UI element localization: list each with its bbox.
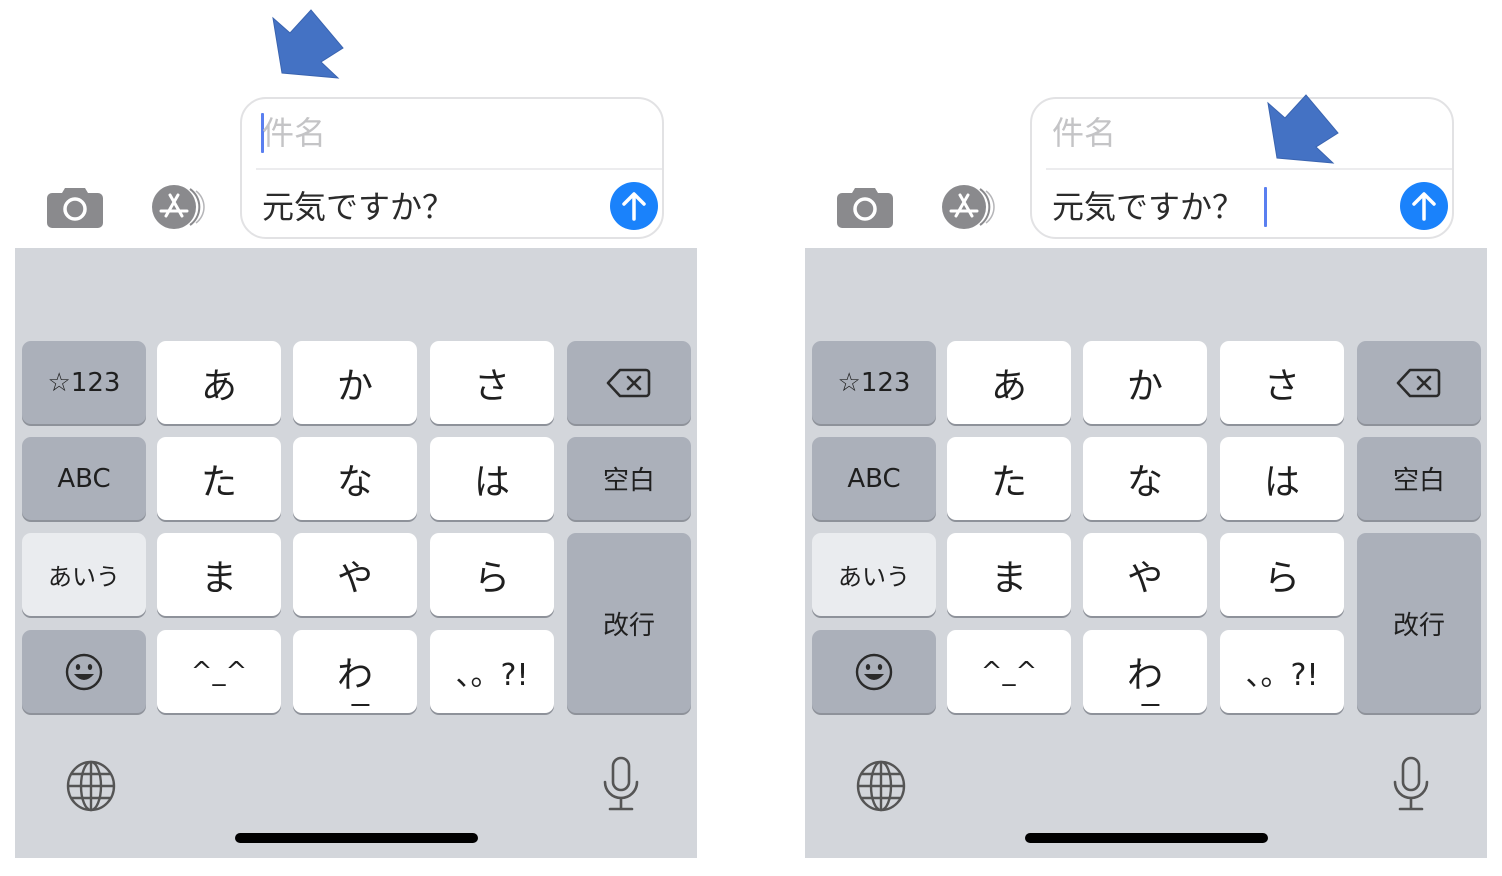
key-delete[interactable] xyxy=(567,341,691,424)
key-ha[interactable]: は xyxy=(1220,437,1344,520)
globe-icon[interactable] xyxy=(855,760,907,812)
camera-icon[interactable] xyxy=(837,184,893,228)
annotation-arrow-icon xyxy=(272,9,344,79)
key-kana[interactable]: あいう xyxy=(812,533,936,616)
key-sa[interactable]: さ xyxy=(1220,341,1344,424)
delete-icon xyxy=(1396,368,1441,397)
key-na[interactable]: な xyxy=(1083,437,1207,520)
key-ma[interactable]: ま xyxy=(157,533,281,616)
key-wa[interactable]: わ xyxy=(293,630,417,713)
key-ra[interactable]: ら xyxy=(1220,533,1344,616)
key-ka[interactable]: か xyxy=(293,341,417,424)
key-ya[interactable]: や xyxy=(293,533,417,616)
camera-icon[interactable] xyxy=(47,184,103,228)
key-a[interactable]: あ xyxy=(947,341,1071,424)
app-store-icon[interactable] xyxy=(932,183,1000,231)
send-button[interactable] xyxy=(1400,182,1448,230)
key-return[interactable]: 改行 xyxy=(567,533,691,713)
emoji-icon xyxy=(855,653,893,690)
globe-icon[interactable] xyxy=(65,760,117,812)
key-punctuation[interactable]: 、。?! xyxy=(430,630,554,713)
key-space[interactable]: 空白 xyxy=(1357,437,1481,520)
key-ha[interactable]: は xyxy=(430,437,554,520)
key-emoji[interactable] xyxy=(22,630,146,713)
key-ma[interactable]: ま xyxy=(947,533,1071,616)
subject-input[interactable]: 件名 xyxy=(262,111,326,155)
key-ka[interactable]: か xyxy=(1083,341,1207,424)
key-return[interactable]: 改行 xyxy=(1357,533,1481,713)
key-abc[interactable]: ABC xyxy=(812,437,936,520)
panel-before: 件名 元気ですか？ ☆123 あ か さ ABC た な は 空白 あいう ま … xyxy=(0,0,700,876)
keyboard: ☆123 あ か さ ABC た な は 空白 あいう ま や ら 改行 ^_^… xyxy=(805,248,1487,858)
key-kaomoji[interactable]: ^_^ xyxy=(157,630,281,713)
arrow-up-icon xyxy=(622,192,646,221)
key-punctuation[interactable]: 、。?! xyxy=(1220,630,1344,713)
emoji-icon xyxy=(65,653,103,690)
key-ta[interactable]: た xyxy=(947,437,1071,520)
home-indicator[interactable] xyxy=(235,833,478,843)
key-symbols[interactable]: ☆123 xyxy=(812,341,936,424)
delete-icon xyxy=(606,368,651,397)
key-a[interactable]: あ xyxy=(157,341,281,424)
app-store-icon[interactable] xyxy=(142,183,210,231)
compose-divider xyxy=(256,168,662,170)
key-abc[interactable]: ABC xyxy=(22,437,146,520)
arrow-up-icon xyxy=(1412,192,1436,221)
key-space[interactable]: 空白 xyxy=(567,437,691,520)
microphone-icon[interactable] xyxy=(601,756,641,814)
subject-input[interactable]: 件名 xyxy=(1052,111,1116,155)
send-button[interactable] xyxy=(610,182,658,230)
key-wa[interactable]: わ xyxy=(1083,630,1207,713)
keyboard: ☆123 あ か さ ABC た な は 空白 あいう ま や ら 改行 ^_^… xyxy=(15,248,697,858)
microphone-icon[interactable] xyxy=(1391,756,1431,814)
compose-divider xyxy=(1046,168,1452,170)
compose-field[interactable]: 件名 元気ですか？ xyxy=(1030,97,1454,239)
home-indicator[interactable] xyxy=(1025,833,1268,843)
message-input[interactable]: 元気ですか？ xyxy=(262,185,454,229)
key-emoji[interactable] xyxy=(812,630,936,713)
key-ra[interactable]: ら xyxy=(430,533,554,616)
key-ta[interactable]: た xyxy=(157,437,281,520)
key-ya[interactable]: や xyxy=(1083,533,1207,616)
key-sa[interactable]: さ xyxy=(430,341,554,424)
compose-field[interactable]: 件名 元気ですか？ xyxy=(240,97,664,239)
key-na[interactable]: な xyxy=(293,437,417,520)
message-input[interactable]: 元気ですか？ xyxy=(1052,185,1244,229)
key-kana[interactable]: あいう xyxy=(22,533,146,616)
key-symbols[interactable]: ☆123 xyxy=(22,341,146,424)
key-kaomoji[interactable]: ^_^ xyxy=(947,630,1071,713)
text-caret xyxy=(1264,187,1267,227)
panel-after: 件名 元気ですか？ ☆123 あ か さ ABC た な は 空白 あいう ま … xyxy=(790,0,1490,876)
annotation-arrow-icon xyxy=(1267,94,1339,164)
key-delete[interactable] xyxy=(1357,341,1481,424)
